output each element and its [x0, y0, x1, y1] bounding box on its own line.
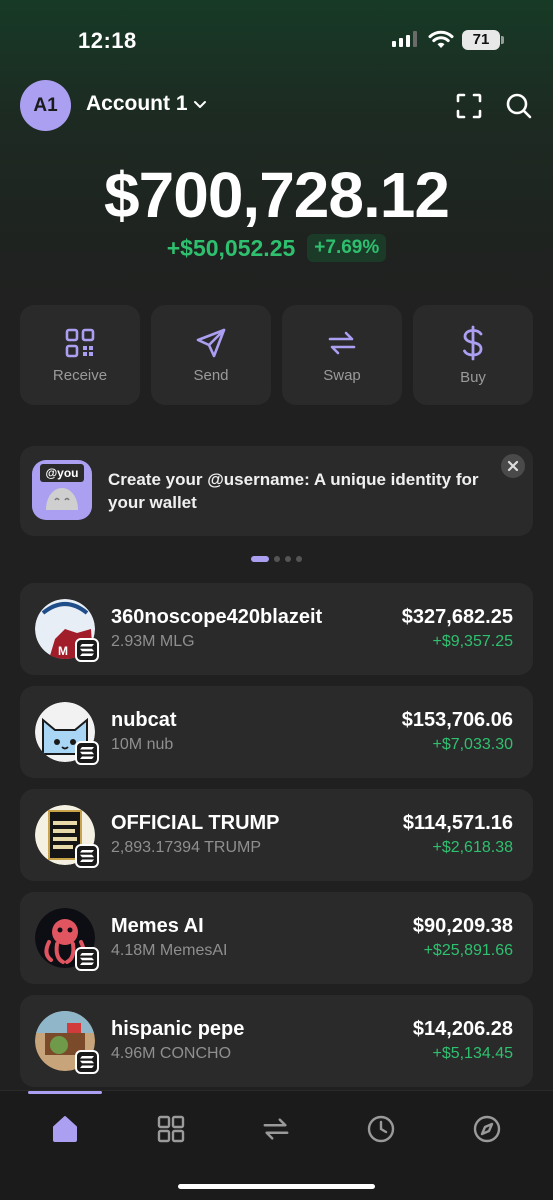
close-icon [507, 460, 519, 472]
change-percent-badge: +7.69% [307, 234, 387, 262]
token-value: $114,571.16 [402, 812, 513, 834]
token-name: nubcat [111, 709, 177, 731]
buy-button[interactable]: Buy [413, 305, 533, 405]
swap-icon [263, 1118, 289, 1140]
token-change: +$9,357.25 [432, 633, 513, 650]
cellular-signal-icon [392, 31, 417, 47]
tab-explore[interactable] [467, 1109, 507, 1149]
token-quantity: 10M nub [111, 736, 174, 753]
pagination-dot[interactable] [296, 556, 302, 562]
collectibles-icon [157, 1115, 185, 1143]
swap-button[interactable]: Swap [282, 305, 402, 405]
close-banner-button[interactable] [501, 454, 525, 478]
token-change: +$25,891.66 [423, 942, 513, 959]
token-name: 360noscope420blazeit [111, 606, 323, 628]
token-row[interactable]: hispanic pepe 4.96M CONCHO $14,206.28 +$… [20, 995, 533, 1087]
home-indicator[interactable] [178, 1184, 375, 1189]
status-bar: 12:18 71 [0, 0, 553, 80]
history-icon [367, 1115, 395, 1143]
token-row[interactable]: Memes AI 4.18M MemesAI $90,209.38 +$25,8… [20, 892, 533, 984]
solana-chain-icon [75, 741, 99, 765]
tab-collectibles[interactable] [151, 1109, 191, 1149]
token-row[interactable]: M 360noscope420blazeit 2.93M MLG $327,68… [20, 583, 533, 675]
scan-icon [456, 93, 482, 119]
solana-chain-icon [75, 844, 99, 868]
change-amount: +$50,052.25 [166, 234, 296, 261]
tab-home[interactable] [45, 1109, 85, 1149]
banner-pagination[interactable] [0, 556, 553, 562]
portfolio-balance: $700,728.12 [104, 159, 450, 231]
account-selector[interactable]: Account 1 [86, 92, 208, 116]
search-button[interactable] [503, 90, 535, 122]
token-row[interactable]: OFFICIAL TRUMP 2,893.17394 TRUMP $114,57… [20, 789, 533, 881]
active-tab-indicator [28, 1091, 102, 1094]
receive-button[interactable]: Receive [20, 305, 140, 405]
account-name: Account 1 [86, 92, 188, 115]
pagination-dot[interactable] [274, 556, 280, 562]
status-time: 12:18 [78, 28, 137, 53]
token-value: $153,706.06 [401, 709, 513, 731]
send-icon [196, 328, 226, 357]
banner-text: Create your @username: A unique identity… [108, 470, 479, 512]
header: A1 Account 1 [0, 80, 553, 132]
action-label: Send [193, 366, 229, 384]
dollar-icon [463, 325, 483, 360]
token-row[interactable]: nubcat 10M nub $153,706.06 +$7,033.30 [20, 686, 533, 778]
solana-chain-icon [75, 638, 99, 662]
solana-chain-icon [75, 947, 99, 971]
scan-button[interactable] [453, 90, 485, 122]
qr-code-icon [65, 328, 95, 357]
token-value: $90,209.38 [412, 915, 513, 937]
token-name: OFFICIAL TRUMP [111, 812, 280, 834]
action-label: Buy [460, 368, 486, 386]
pagination-dot[interactable] [285, 556, 291, 562]
token-value: $327,682.25 [401, 606, 513, 628]
token-quantity: 2.93M MLG [111, 633, 195, 650]
token-list: M 360noscope420blazeit 2.93M MLG $327,68… [20, 583, 533, 1087]
explore-icon [473, 1115, 501, 1143]
account-avatar[interactable]: A1 [20, 80, 71, 131]
action-buttons: Receive Send Swap Buy [20, 305, 533, 405]
wifi-icon [428, 30, 454, 48]
solana-chain-icon [75, 1050, 99, 1074]
token-change: +$7,033.30 [432, 736, 513, 753]
token-name: Memes AI [111, 915, 204, 937]
swap-icon [328, 331, 356, 354]
send-button[interactable]: Send [151, 305, 271, 405]
battery-indicator: 71 [462, 30, 504, 50]
token-quantity: 4.18M MemesAI [111, 942, 228, 959]
token-quantity: 2,893.17394 TRUMP [111, 839, 262, 856]
username-illustration: @you [32, 460, 92, 520]
token-name: hispanic pepe [111, 1018, 245, 1040]
banner-badge-text: @you [45, 466, 78, 480]
home-icon [53, 1116, 77, 1142]
username-promo-banner[interactable]: @you Create your @username: A unique ide… [20, 446, 533, 536]
search-icon [506, 93, 532, 119]
token-value: $14,206.28 [412, 1018, 513, 1040]
token-change: +$5,134.45 [432, 1045, 513, 1062]
svg-text:M: M [58, 644, 68, 658]
token-change: +$2,618.38 [432, 839, 513, 856]
action-label: Swap [323, 366, 361, 384]
tab-swap[interactable] [256, 1109, 296, 1149]
tab-history[interactable] [361, 1109, 401, 1149]
pagination-dot-active[interactable] [251, 556, 269, 562]
portfolio-change: +$50,052.25 +7.69% [0, 234, 553, 262]
chevron-down-icon [193, 101, 206, 108]
action-label: Receive [52, 366, 108, 384]
token-quantity: 4.96M CONCHO [111, 1045, 232, 1062]
